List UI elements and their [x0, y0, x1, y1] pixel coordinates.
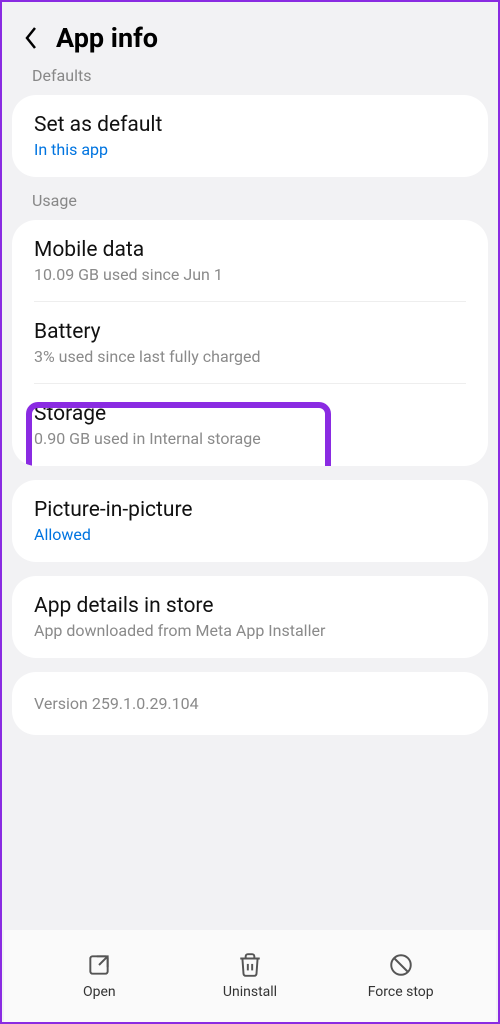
battery-title: Battery: [34, 320, 466, 344]
version-card: Version 259.1.0.29.104: [12, 672, 488, 735]
version-text: Version 259.1.0.29.104: [34, 694, 466, 713]
app-details-title: App details in store: [34, 594, 466, 618]
section-label-usage: Usage: [2, 177, 498, 220]
set-as-default-title: Set as default: [34, 113, 466, 137]
chevron-left-icon: [23, 24, 39, 52]
section-label-defaults: Defaults: [2, 66, 498, 95]
mobile-data-item[interactable]: Mobile data 10.09 GB used since Jun 1: [12, 220, 488, 302]
force-stop-label: Force stop: [368, 984, 434, 1000]
usage-card: Mobile data 10.09 GB used since Jun 1 Ba…: [12, 220, 488, 466]
uninstall-label: Uninstall: [223, 984, 277, 1000]
bottom-action-bar: Open Uninstall Force stop: [4, 930, 496, 1022]
app-details-item[interactable]: App details in store App downloaded from…: [12, 576, 488, 658]
mobile-data-title: Mobile data: [34, 238, 466, 262]
storage-item[interactable]: Storage 0.90 GB used in Internal storage: [12, 384, 488, 466]
defaults-card: Set as default In this app: [12, 95, 488, 177]
open-icon: [86, 952, 112, 978]
open-label: Open: [83, 984, 116, 1000]
battery-item[interactable]: Battery 3% used since last fully charged: [12, 302, 488, 384]
app-details-sub: App downloaded from Meta App Installer: [34, 621, 466, 640]
header: App info: [2, 2, 498, 70]
storage-sub: 0.90 GB used in Internal storage: [34, 429, 466, 448]
open-button[interactable]: Open: [24, 952, 175, 1000]
pip-card: Picture-in-picture Allowed: [12, 480, 488, 562]
uninstall-button[interactable]: Uninstall: [175, 952, 326, 1000]
mobile-data-sub: 10.09 GB used since Jun 1: [34, 265, 466, 284]
app-details-card: App details in store App downloaded from…: [12, 576, 488, 658]
trash-icon: [237, 952, 263, 978]
page-title: App info: [56, 22, 158, 54]
force-stop-button[interactable]: Force stop: [325, 952, 476, 1000]
stop-icon: [388, 952, 414, 978]
battery-sub: 3% used since last fully charged: [34, 347, 466, 366]
storage-title: Storage: [34, 402, 466, 426]
pip-sub: Allowed: [34, 525, 466, 544]
picture-in-picture-item[interactable]: Picture-in-picture Allowed: [12, 480, 488, 562]
back-button[interactable]: [20, 27, 42, 49]
set-as-default-sub: In this app: [34, 140, 466, 159]
set-as-default-item[interactable]: Set as default In this app: [12, 95, 488, 177]
pip-title: Picture-in-picture: [34, 498, 466, 522]
